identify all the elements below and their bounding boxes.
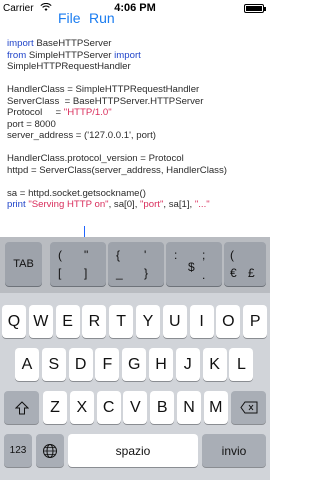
code-keyword: import xyxy=(7,38,34,49)
key-z[interactable]: Z xyxy=(43,391,67,424)
key-p[interactable]: P xyxy=(243,305,268,338)
key-x[interactable]: X xyxy=(69,391,94,424)
key-e[interactable]: E xyxy=(55,305,80,338)
key-symbol: [ xyxy=(58,266,62,280)
key-w[interactable]: W xyxy=(28,305,53,338)
key-c[interactable]: C xyxy=(96,391,121,424)
toolbar: File Run xyxy=(0,10,270,32)
key-symbol: { xyxy=(116,248,121,262)
code-text: HandlerClass.protocol_version = Protocol xyxy=(7,153,184,164)
code-line: SimpleHTTPRequestHandler xyxy=(7,61,267,73)
code-line: Protocol = "HTTP/1.0" xyxy=(7,107,267,119)
keyboard-row-4: 123 spazio invio xyxy=(0,434,270,470)
key-j[interactable]: J xyxy=(175,348,200,381)
code-line: server_address = ('127.0.0.1', port) xyxy=(7,130,267,142)
code-text: SimpleHTTPRequestHandler xyxy=(7,61,131,72)
keyboard-row-1: QWERTYUIOP xyxy=(0,305,270,341)
currency-key[interactable]: ( € £ xyxy=(224,242,266,286)
tab-key-label: TAB xyxy=(13,258,34,270)
key-t[interactable]: T xyxy=(109,305,134,338)
key-o[interactable]: O xyxy=(216,305,241,338)
numbers-key[interactable]: 123 xyxy=(4,434,32,467)
key-symbol: ( xyxy=(58,248,62,262)
key-l[interactable]: L xyxy=(229,348,254,381)
code-keyword: print xyxy=(7,199,26,210)
key-symbol: £ xyxy=(248,266,255,280)
key-u[interactable]: U xyxy=(162,305,187,338)
keyboard-row-2: ASDFGHJKL xyxy=(0,348,270,384)
code-line: HandlerClass.protocol_version = Protocol xyxy=(7,153,267,165)
run-button[interactable]: Run xyxy=(89,10,115,26)
return-key[interactable]: invio xyxy=(202,434,266,467)
code-line: ServerClass = BaseHTTPServer.HTTPServer xyxy=(7,96,267,108)
code-text: server_address = ('127.0.0.1', port) xyxy=(7,130,156,141)
key-b[interactable]: B xyxy=(150,391,175,424)
key-k[interactable]: K xyxy=(202,348,227,381)
code-text: sa = httpd.socket.getsockname() xyxy=(7,187,146,199)
key-h[interactable]: H xyxy=(149,348,173,381)
key-a[interactable]: A xyxy=(15,348,39,381)
code-line: httpd = ServerClass(server_address, Hand… xyxy=(7,165,267,177)
key-symbol: ( xyxy=(230,248,234,262)
key-symbol: } xyxy=(144,266,149,280)
code-text: , sa[0], xyxy=(108,199,141,210)
key-f[interactable]: F xyxy=(95,348,120,381)
key-symbol: _ xyxy=(116,266,123,280)
code-editor[interactable]: import BaseHTTPServer from SimpleHTTPServ… xyxy=(7,38,267,262)
code-line: port = 8000 xyxy=(7,119,267,131)
key-symbol: € xyxy=(230,266,237,280)
key-v[interactable]: V xyxy=(123,391,148,424)
code-line: HandlerClass = SimpleHTTPRequestHandler xyxy=(7,84,267,96)
code-text: ServerClass = BaseHTTPServer.HTTPServer xyxy=(7,95,204,107)
bracket-key-brace[interactable]: { ' _ } xyxy=(108,242,164,286)
code-string: "HTTP/1.0" xyxy=(63,107,112,118)
shift-icon[interactable] xyxy=(4,391,39,424)
tab-key[interactable]: TAB xyxy=(5,242,42,286)
bracket-key-paren[interactable]: ( " [ ] xyxy=(50,242,106,286)
key-symbol: ] xyxy=(84,266,88,280)
code-text: , sa[1], xyxy=(163,199,195,210)
code-string: "port" xyxy=(140,199,164,210)
space-key[interactable]: spazio xyxy=(68,434,198,467)
code-line: print "Serving HTTP on", sa[0], "port", … xyxy=(7,199,267,211)
keyboard-row-3: ZXCVBNM xyxy=(0,391,270,427)
delete-icon[interactable] xyxy=(231,391,266,424)
key-symbol: $ xyxy=(188,260,195,274)
key-s[interactable]: S xyxy=(41,348,66,381)
key-y[interactable]: Y xyxy=(136,305,160,338)
key-r[interactable]: R xyxy=(82,305,107,338)
key-symbol: . xyxy=(202,268,206,282)
globe-icon[interactable] xyxy=(36,434,64,467)
key-q[interactable]: Q xyxy=(2,305,26,338)
key-m[interactable]: M xyxy=(203,391,228,424)
code-text: BaseHTTPServer xyxy=(33,38,112,49)
code-line: sa = httpd.socket.getsockname() xyxy=(7,188,267,200)
code-line: from SimpleHTTPServer import xyxy=(7,50,267,62)
code-keyword: from xyxy=(7,49,27,61)
code-text: httpd = ServerClass(server_address, Hand… xyxy=(7,164,227,176)
key-symbol: ' xyxy=(144,248,147,262)
code-text: Protocol = xyxy=(7,107,64,118)
key-g[interactable]: G xyxy=(122,348,147,381)
code-keyword: import xyxy=(114,49,141,61)
file-button[interactable]: File xyxy=(58,10,81,26)
key-i[interactable]: I xyxy=(189,305,214,338)
accessory-key-bar: TAB ( " [ ] { ' _ } : ; $ . ( € £ xyxy=(0,237,270,293)
code-line: import BaseHTTPServer xyxy=(7,38,267,50)
code-text: SimpleHTTPServer xyxy=(26,49,115,61)
key-symbol: " xyxy=(84,248,89,262)
key-n[interactable]: N xyxy=(177,391,201,424)
key-symbol: ; xyxy=(202,248,206,262)
keyboard: QWERTYUIOP ASDFGHJKL ZXCVBNM 123 spazio … xyxy=(0,293,270,480)
punctuation-key[interactable]: : ; $ . xyxy=(166,242,222,286)
key-symbol: : xyxy=(174,248,178,262)
code-string: "..." xyxy=(194,199,210,210)
code-text: HandlerClass = SimpleHTTPRequestHandler xyxy=(7,84,200,95)
key-d[interactable]: D xyxy=(68,348,93,381)
code-text: port = 8000 xyxy=(7,118,56,130)
code-string: "Serving HTTP on" xyxy=(28,199,109,210)
